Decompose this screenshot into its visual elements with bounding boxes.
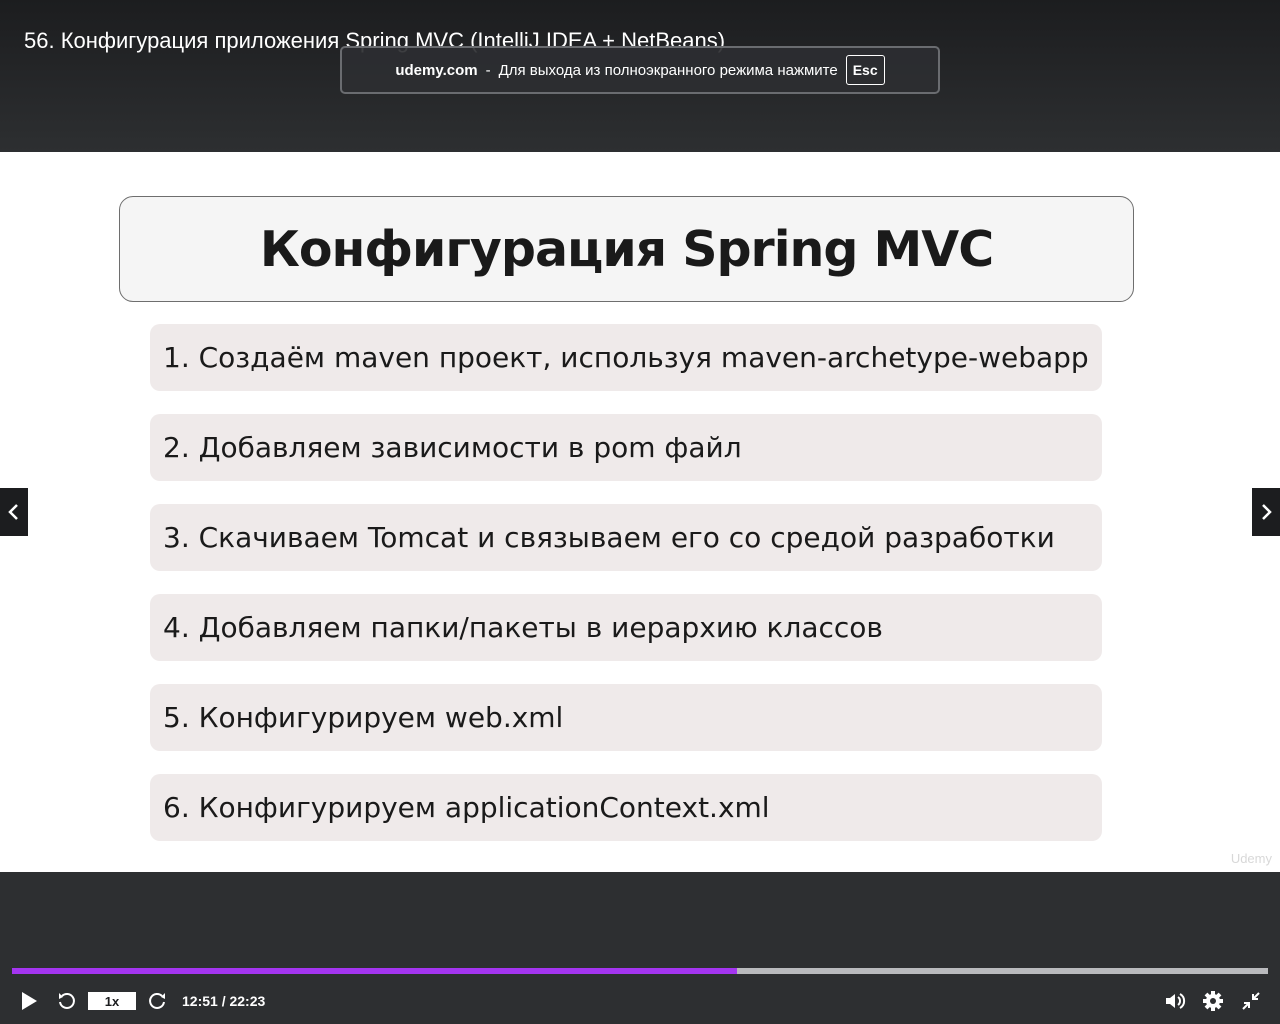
fullscreen-exit-notice: udemy.com - Для выхода из полноэкранного… — [340, 46, 940, 94]
play-icon — [22, 992, 37, 1010]
rewind-button[interactable] — [54, 982, 80, 1020]
exit-fullscreen-icon — [1242, 992, 1260, 1010]
slide-title-box: Конфигурация Spring MVC — [119, 196, 1134, 302]
time-display: 12:51 / 22:23 — [182, 993, 266, 1009]
progress-fill — [12, 968, 737, 974]
lecture-slide: Конфигурация Spring MVC 1. Создаём maven… — [0, 152, 1280, 872]
slide-step: 1. Создаём maven проект, используя maven… — [150, 324, 1102, 391]
next-lecture-button[interactable] — [1252, 488, 1280, 536]
playback-speed-button[interactable]: 1x — [88, 992, 136, 1010]
exit-fullscreen-button[interactable] — [1238, 982, 1264, 1020]
esc-key-badge: Esc — [845, 55, 885, 85]
volume-icon — [1166, 993, 1186, 1009]
slide-step: 3. Скачиваем Tomcat и связываем его со с… — [150, 504, 1102, 571]
gear-icon — [1203, 991, 1223, 1011]
previous-lecture-button[interactable] — [0, 488, 28, 536]
settings-button[interactable] — [1200, 982, 1226, 1020]
notice-separator: - — [485, 61, 491, 79]
video-player: 56. Конфигурация приложения Spring MVC (… — [0, 0, 1280, 1024]
notice-domain: udemy.com — [395, 61, 478, 79]
forward-button[interactable] — [144, 982, 170, 1020]
slide-step: 6. Конфигурируем applicationContext.xml — [150, 774, 1102, 841]
rewind-5-icon — [59, 993, 75, 1009]
chevron-right-icon — [1262, 504, 1272, 520]
progress-bar[interactable] — [12, 968, 1268, 974]
forward-5-icon — [149, 993, 165, 1009]
notice-message: Для выхода из полноэкранного режима нажм… — [498, 61, 838, 79]
slide-step: 4. Добавляем папки/пакеты в иерархию кла… — [150, 594, 1102, 661]
volume-button[interactable] — [1162, 982, 1188, 1020]
slide-title: Конфигурация Spring MVC — [259, 220, 994, 278]
control-bar: 1x 12:51 / 22:23 — [0, 982, 1280, 1020]
play-button[interactable] — [16, 982, 42, 1020]
slide-step: 2. Добавляем зависимости в pom файл — [150, 414, 1102, 481]
slide-step: 5. Конфигурируем web.xml — [150, 684, 1102, 751]
udemy-watermark: Udemy — [1230, 851, 1272, 866]
chevron-left-icon — [8, 504, 18, 520]
